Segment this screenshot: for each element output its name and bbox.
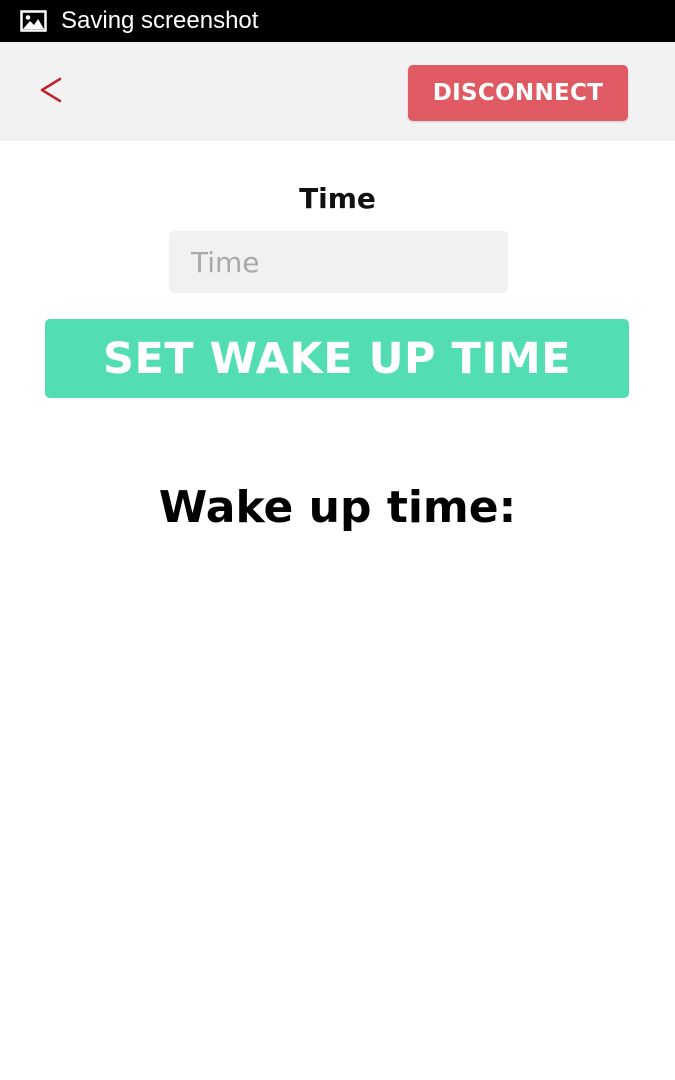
wake-up-time-heading: Wake up time:	[158, 482, 517, 533]
status-bar: Saving screenshot	[0, 0, 675, 42]
set-wake-up-time-button[interactable]: SET WAKE UP TIME	[45, 319, 629, 398]
image-icon	[20, 10, 47, 32]
time-label: Time	[299, 182, 376, 215]
status-text: Saving screenshot	[61, 7, 259, 34]
disconnect-button[interactable]: DISCONNECT	[408, 65, 628, 121]
time-input[interactable]	[169, 231, 508, 293]
back-button[interactable]	[34, 70, 68, 110]
chevron-left-icon	[40, 77, 62, 103]
header-bar: DISCONNECT	[0, 42, 675, 141]
